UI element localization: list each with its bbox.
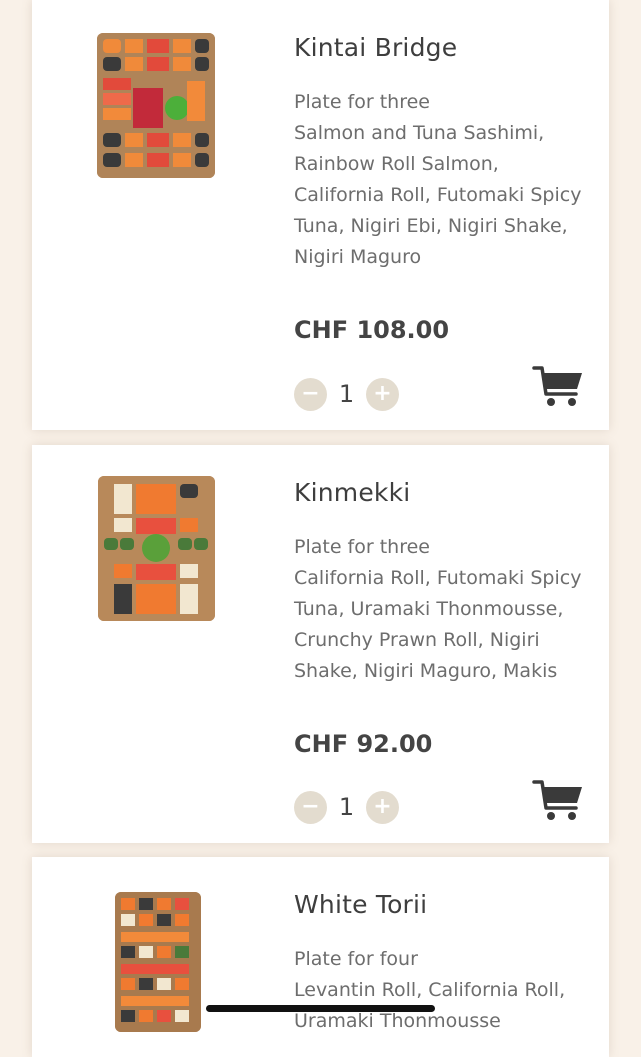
product-price: CHF 92.00 bbox=[294, 730, 433, 758]
description-line: Tuna, Nigiri Ebi, Nigiri Shake, bbox=[294, 215, 568, 237]
home-indicator[interactable] bbox=[206, 1005, 435, 1012]
product-image[interactable] bbox=[97, 33, 215, 178]
description-line: Shake, Nigiri Maguro, Makis bbox=[294, 660, 558, 682]
description-line: Salmon and Tuna Sashimi, bbox=[294, 122, 545, 144]
description-line: Levantin Roll, California Roll, bbox=[294, 979, 566, 1001]
plus-icon[interactable]: + bbox=[366, 377, 399, 411]
description-line: Plate for three bbox=[294, 536, 430, 558]
product-card: Kintai Bridge Plate for three Salmon and… bbox=[32, 0, 609, 430]
product-image[interactable] bbox=[115, 892, 201, 1032]
product-description: Plate for three Salmon and Tuna Sashimi,… bbox=[294, 87, 594, 273]
plus-icon[interactable]: + bbox=[366, 790, 399, 824]
quantity-stepper: − 1 + bbox=[294, 790, 399, 824]
cart-icon[interactable] bbox=[532, 778, 584, 822]
product-description: Plate for four Levantin Roll, California… bbox=[294, 944, 594, 1037]
product-card: Kinmekki Plate for three California Roll… bbox=[32, 445, 609, 843]
description-line: Tuna, Uramaki Thonmousse, bbox=[294, 598, 564, 620]
product-card: White Torii Plate for four Levantin Roll… bbox=[32, 857, 609, 1057]
quantity-value: 1 bbox=[338, 793, 355, 821]
description-line: Rainbow Roll Salmon, bbox=[294, 153, 499, 175]
description-line: Nigiri Maguro bbox=[294, 246, 422, 268]
product-description: Plate for three California Roll, Futomak… bbox=[294, 532, 594, 687]
minus-icon[interactable]: − bbox=[294, 790, 327, 824]
product-price: CHF 108.00 bbox=[294, 316, 450, 344]
product-name: Kinmekki bbox=[294, 478, 411, 507]
description-line: Plate for three bbox=[294, 91, 430, 113]
product-image[interactable] bbox=[98, 476, 215, 621]
description-line: Crunchy Prawn Roll, Nigiri bbox=[294, 629, 540, 651]
minus-icon[interactable]: − bbox=[294, 377, 327, 411]
description-line: California Roll, Futomaki Spicy bbox=[294, 184, 582, 206]
product-name: Kintai Bridge bbox=[294, 33, 458, 62]
quantity-value: 1 bbox=[338, 380, 355, 408]
description-line: Plate for four bbox=[294, 948, 418, 970]
product-name: White Torii bbox=[294, 890, 428, 919]
description-line: California Roll, Futomaki Spicy bbox=[294, 567, 582, 589]
cart-icon[interactable] bbox=[532, 364, 584, 408]
quantity-stepper: − 1 + bbox=[294, 377, 399, 411]
